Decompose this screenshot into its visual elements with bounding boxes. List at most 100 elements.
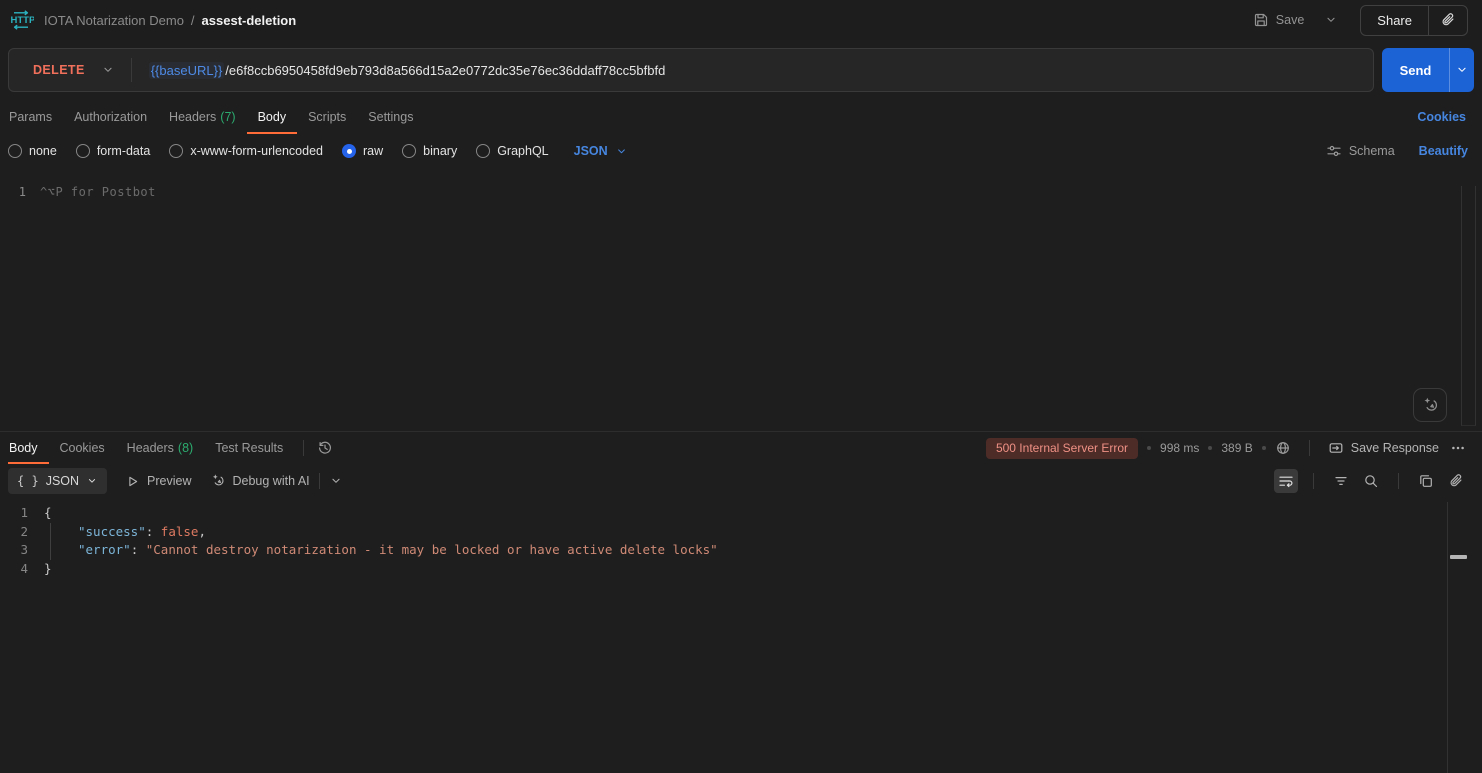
response-body-viewer[interactable]: 1 { 2 "success" : false , 3 "error" : "C…: [0, 498, 1482, 578]
body-type-urlencoded[interactable]: x-www-form-urlencoded: [169, 144, 323, 158]
share-button[interactable]: Share: [1361, 6, 1428, 35]
network-info-button[interactable]: [1275, 440, 1291, 456]
divider: [1309, 440, 1310, 456]
tab-params[interactable]: Params: [8, 100, 63, 134]
postbot-sparkle-icon: [1421, 396, 1440, 415]
response-more-button[interactable]: [1448, 438, 1468, 458]
filter-icon: [1333, 473, 1349, 489]
response-size[interactable]: 389 B: [1221, 441, 1252, 455]
chevron-down-icon: [1324, 13, 1338, 27]
url-bar: DELETE {{baseURL}} /e6f8ccb6950458fd9eb7…: [8, 48, 1374, 92]
code-line: 4 }: [0, 560, 1482, 579]
url-divider: [131, 58, 132, 82]
save-response-icon: [1328, 440, 1344, 456]
dot-separator: [1262, 446, 1266, 450]
tab-body[interactable]: Body: [247, 100, 298, 134]
response-headers-count-badge: (8): [178, 441, 193, 455]
body-type-graphql[interactable]: GraphQL: [476, 144, 548, 158]
tab-settings[interactable]: Settings: [357, 100, 424, 134]
tab-headers[interactable]: Headers (7): [158, 100, 247, 134]
copy-button[interactable]: [1414, 469, 1438, 493]
sliders-icon: [1326, 143, 1342, 159]
dot-separator: [1208, 446, 1212, 450]
response-tab-cookies[interactable]: Cookies: [49, 432, 116, 464]
viewer-options-button[interactable]: [329, 474, 343, 488]
url-input[interactable]: {{baseURL}} /e6f8ccb6950458fd9eb793d8a56…: [149, 62, 666, 79]
line-number: 1: [0, 185, 40, 199]
search-icon: [1363, 473, 1379, 489]
debug-with-ai-button[interactable]: Debug with AI: [210, 473, 310, 489]
divider: [303, 440, 304, 456]
globe-icon: [1275, 440, 1291, 456]
tab-scripts[interactable]: Scripts: [297, 100, 357, 134]
url-variable-chip[interactable]: {{baseURL}}: [149, 62, 225, 79]
request-body-editor[interactable]: 1 ^⌥P for Postbot: [0, 168, 1482, 431]
divider: [319, 473, 320, 489]
chevron-down-icon: [1455, 63, 1469, 77]
link-button[interactable]: [1444, 469, 1468, 493]
postbot-button[interactable]: [1413, 388, 1447, 422]
braces-icon: { }: [17, 474, 39, 488]
response-time[interactable]: 998 ms: [1160, 441, 1199, 455]
code-line: 3 "error" : "Cannot destroy notarization…: [0, 541, 1482, 560]
code-line: 2 "success" : false ,: [0, 523, 1482, 542]
editor-scrollbar-track[interactable]: [1461, 186, 1476, 426]
play-icon: [125, 474, 140, 489]
radio-icon: [476, 144, 490, 158]
schema-button[interactable]: Schema: [1326, 143, 1395, 159]
preview-button[interactable]: Preview: [125, 474, 191, 489]
response-meta: 500 Internal Server Error 998 ms 389 B: [986, 438, 1468, 459]
http-request-icon: HTTP: [8, 10, 34, 30]
response-scroll-divider: [1447, 502, 1448, 773]
response-tab-test-results[interactable]: Test Results: [204, 432, 294, 464]
body-type-raw[interactable]: raw: [342, 144, 383, 158]
history-clock-icon: [317, 440, 333, 456]
raw-format-selector[interactable]: JSON: [574, 144, 628, 158]
save-icon: [1253, 12, 1269, 28]
search-button[interactable]: [1359, 469, 1383, 493]
save-response-button[interactable]: Save Response: [1328, 440, 1439, 456]
share-group: Share: [1360, 5, 1468, 36]
beautify-button[interactable]: Beautify: [1419, 144, 1474, 158]
breadcrumb-workspace[interactable]: IOTA Notarization Demo: [44, 13, 184, 28]
filter-button[interactable]: [1329, 469, 1353, 493]
response-history-button[interactable]: [313, 436, 337, 460]
status-badge[interactable]: 500 Internal Server Error: [986, 438, 1138, 459]
send-options-button[interactable]: [1450, 48, 1474, 92]
response-header: Body Cookies Headers (8) Test Results 50…: [0, 432, 1482, 464]
save-label: Save: [1276, 13, 1305, 27]
tab-authorization[interactable]: Authorization: [63, 100, 158, 134]
radio-icon: [8, 144, 22, 158]
paperclip-icon: [1448, 473, 1464, 489]
request-tabs: Params Authorization Headers (7) Body Sc…: [0, 100, 1482, 134]
chevron-down-icon: [86, 475, 98, 487]
paperclip-icon: [1440, 12, 1456, 28]
ellipsis-icon: [1450, 440, 1466, 456]
response-tab-headers[interactable]: Headers (8): [116, 432, 205, 464]
chevron-down-icon: [101, 63, 115, 77]
breadcrumb-request-name[interactable]: assest-deletion: [202, 13, 297, 28]
response-format-selector[interactable]: { } JSON: [8, 468, 107, 494]
send-button[interactable]: Send: [1382, 48, 1450, 92]
copy-link-button[interactable]: [1429, 6, 1467, 35]
body-type-binary[interactable]: binary: [402, 144, 457, 158]
chevron-down-icon: [615, 145, 628, 158]
send-split-button: Send: [1382, 48, 1474, 92]
radio-icon: [402, 144, 416, 158]
body-type-none[interactable]: none: [8, 144, 57, 158]
request-url-row: DELETE {{baseURL}} /e6f8ccb6950458fd9eb7…: [0, 40, 1482, 100]
response-panel: Body Cookies Headers (8) Test Results 50…: [0, 431, 1482, 773]
radio-icon: [169, 144, 183, 158]
postbot-sparkle-icon: [210, 473, 226, 489]
wrap-text-button[interactable]: [1274, 469, 1298, 493]
response-scrollbar-thumb[interactable]: [1450, 555, 1467, 559]
body-type-form-data[interactable]: form-data: [76, 144, 151, 158]
cookies-link[interactable]: Cookies: [1417, 110, 1474, 124]
radio-icon: [76, 144, 90, 158]
method-selector[interactable]: DELETE: [9, 63, 131, 77]
response-toolbar: { } JSON Preview Debug with AI: [0, 464, 1482, 498]
response-tab-body[interactable]: Body: [8, 432, 49, 464]
save-button[interactable]: Save: [1245, 6, 1313, 34]
code-line: 1 {: [0, 504, 1482, 523]
save-options-button[interactable]: [1318, 7, 1344, 33]
